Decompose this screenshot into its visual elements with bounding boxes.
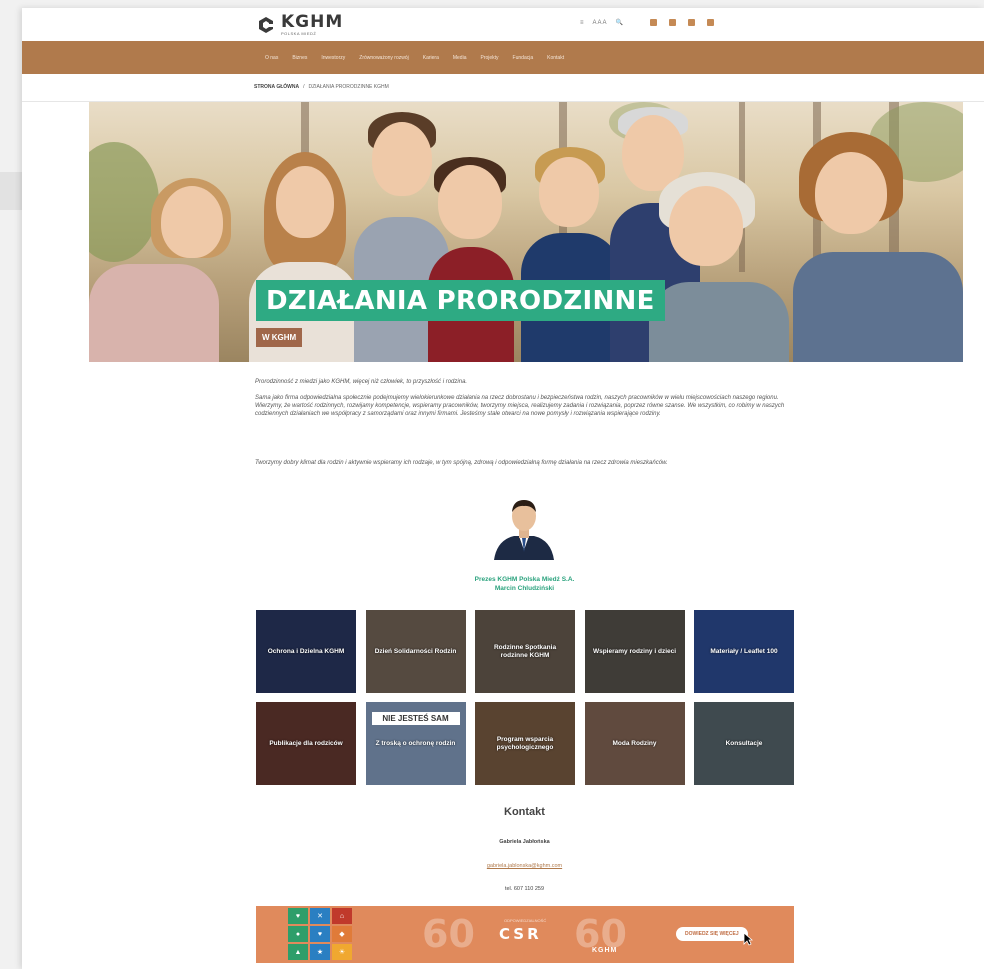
hero-image: DZIAŁANIA PRORODZINNE W KGHM	[89, 102, 963, 362]
program-tile[interactable]: Ochrona i Dzielna KGHM	[256, 610, 356, 693]
ceo-name: Marcin Chludziński	[494, 585, 555, 592]
star-icon: ★	[310, 944, 330, 960]
linkedin-icon[interactable]	[669, 19, 677, 26]
breadcrumb-current: DZIAŁANIA PRORODZINNE KGHM	[308, 84, 389, 90]
breadcrumb-separator: /	[303, 84, 305, 90]
top-utilities: ≡ A A A 🔍	[580, 19, 715, 26]
nav-item[interactable]: Fundacja	[513, 55, 534, 61]
body-paragraph: Tworzymy dobry klimat dla rodzin i aktyw…	[255, 460, 668, 466]
youtube-icon[interactable]	[707, 19, 715, 26]
program-tile[interactable]: Materiały / Leaflet 100	[694, 610, 794, 693]
ceo-caption: Prezes KGHM Polska Miedź S.A. Marcin Chl…	[422, 575, 627, 593]
program-tile[interactable]: NIE JESTEŚ SAM Z troską o ochronę rodzin	[365, 702, 466, 785]
mouse-cursor-icon	[743, 932, 753, 946]
web-page: KGHM POLSKA MIEDŹ ≡ A A A 🔍 O nas Biznes…	[22, 8, 984, 969]
program-tile[interactable]: Program wsparcia psychologicznego	[475, 702, 575, 785]
program-tile[interactable]: Rodzinne Spotkania rodzinne KGHM	[475, 610, 575, 693]
social-links	[650, 19, 715, 26]
nav-item[interactable]: Media	[453, 55, 467, 61]
facebook-icon[interactable]	[650, 19, 658, 26]
program-tile[interactable]: Moda Rodziny	[584, 702, 685, 785]
intro-paragraph: Prorodzinność z miedzi jako KGHM, więcej…	[255, 379, 468, 385]
tile-label: Rodzinne Spotkania rodzinne KGHM	[493, 643, 557, 659]
contact-name: Gabriela Jabłońska	[499, 839, 550, 845]
home-icon: ⌂	[332, 908, 352, 924]
ceo-role: Prezes KGHM Polska Miedź S.A.	[474, 576, 575, 583]
nav-item[interactable]: Biznes	[292, 55, 307, 61]
hero-title: DZIAŁANIA PRORODZINNE	[256, 280, 665, 321]
twitter-icon[interactable]	[688, 19, 696, 26]
nav-item[interactable]: Projekty	[480, 55, 498, 61]
tree-icon: ▲	[288, 944, 308, 960]
tile-label: Moda Rodziny	[612, 739, 657, 747]
contact-email-link[interactable]: gabriela.jablonska@kghm.com	[487, 863, 562, 869]
font-size-switch[interactable]: A A A	[593, 20, 607, 26]
tile-label: Wspieramy rodziny i dzieci	[592, 647, 677, 655]
kghm-logo[interactable]: KGHM POLSKA MIEDŹ	[256, 13, 343, 37]
nav-item[interactable]: Zrównoważony rozwój	[359, 55, 408, 61]
program-tile[interactable]: Konsultacje	[694, 702, 794, 785]
top-bar: KGHM POLSKA MIEDŹ ≡ A A A 🔍	[22, 8, 984, 42]
tile-label: Materiały / Leaflet 100	[710, 647, 778, 655]
banner-icon-grid: ♥ ✕ ⌂ ● ♥ ◆ ▲ ★ ☀	[288, 908, 352, 960]
browser-left-edge	[0, 172, 22, 210]
tile-label: Dzień Solidarności Rodzin	[374, 647, 457, 655]
nav-item[interactable]: Kariera	[423, 55, 439, 61]
breadcrumb: STRONA GŁÓWNA / DZIAŁANIA PRORODZINNE KG…	[254, 84, 389, 90]
main-navigation: O nas Biznes Inwestorzy Zrównoważony roz…	[22, 41, 984, 74]
leaf-icon: ◆	[332, 926, 352, 942]
hero-badge: W KGHM	[256, 328, 303, 347]
ceo-photo	[489, 492, 559, 560]
menu-icon[interactable]: ≡	[580, 20, 584, 26]
tile-label: Publikacje dla rodziców	[269, 739, 343, 747]
banner-small-label: ODPOWIEDZIALNOŚĆ	[504, 918, 547, 923]
logo-name: KGHM	[281, 12, 344, 32]
tile-headline: NIE JESTEŚ SAM	[371, 712, 460, 725]
drop-icon: ●	[288, 926, 308, 942]
program-tile[interactable]: Wspieramy rodziny i dzieci	[584, 610, 685, 693]
contact-heading: Kontakt	[504, 806, 545, 818]
body-paragraph: Sama jako firma odpowiedzialna społeczni…	[255, 395, 785, 417]
program-tile[interactable]: Publikacje dla rodziców	[256, 702, 356, 785]
nav-item[interactable]: Kontakt	[547, 55, 564, 61]
foliage	[89, 142, 159, 262]
tile-label: Z troską o ochronę rodzin	[375, 739, 456, 747]
tile-label: Konsultacje	[725, 739, 763, 747]
cross-icon: ✕	[310, 908, 330, 924]
breadcrumb-home[interactable]: STRONA GŁÓWNA	[254, 84, 299, 90]
nav-item[interactable]: Inwestorzy	[321, 55, 345, 61]
heart-icon: ♥	[310, 926, 330, 942]
banner-kghm: KGHM	[592, 947, 618, 954]
csr-banner[interactable]: ♥ ✕ ⌂ ● ♥ ◆ ▲ ★ ☀ 60 ODPOWIEDZIALNOŚĆ CS…	[256, 906, 794, 963]
heart-icon: ♥	[288, 908, 308, 924]
nav-item[interactable]: O nas	[265, 55, 278, 61]
banner-more-button[interactable]: DOWIEDZ SIĘ WIĘCEJ	[676, 927, 748, 941]
tile-label: Program wsparcia psychologicznego	[496, 735, 554, 751]
banner-60-left: 60	[422, 912, 475, 956]
program-tiles: Ochrona i Dzielna KGHM Dzień Solidarności…	[256, 610, 794, 785]
search-icon[interactable]: 🔍	[616, 19, 623, 26]
tile-label: Ochrona i Dzielna KGHM	[267, 647, 345, 655]
contact-email-row: gabriela.jablonska@kghm.com	[422, 863, 627, 869]
contact-phone: tel. 607 110 259	[504, 886, 545, 892]
sun-icon: ☀	[332, 944, 352, 960]
hero-title-text: DZIAŁANIA PRORODZINNE	[266, 286, 655, 316]
logo-mark-icon	[256, 15, 276, 35]
program-tile[interactable]: Dzień Solidarności Rodzin	[365, 610, 466, 693]
logo-subtitle: POLSKA MIEDŹ	[281, 31, 317, 36]
banner-csr: CSR	[499, 925, 542, 943]
